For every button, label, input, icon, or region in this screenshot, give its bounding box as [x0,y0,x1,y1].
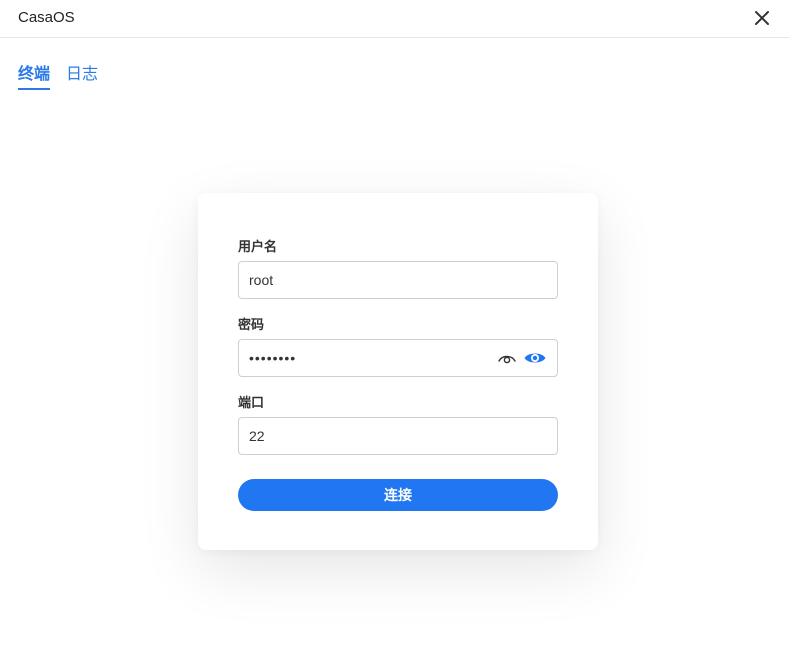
casaos-terminal-window: CasaOS 终端 日志 用户名 root 密码 •••••••• 端口 22 … [0,0,789,663]
password-value[interactable]: •••••••• [249,350,497,366]
eye-icon[interactable] [523,350,547,366]
ssh-login-card: 用户名 root 密码 •••••••• 端口 22 连接 [198,193,598,550]
username-input[interactable]: root [238,261,558,299]
username-label: 用户名 [238,239,278,254]
tab-bar: 终端 日志 [18,64,98,92]
username-value[interactable]: root [249,272,547,288]
app-title: CasaOS [18,9,75,26]
close-button[interactable] [750,6,774,30]
eye-toggle-button[interactable] [523,350,547,366]
password-input[interactable]: •••••••• [238,339,558,377]
close-icon[interactable] [754,10,770,26]
port-value[interactable]: 22 [249,428,547,444]
tab-logs[interactable]: 日志 [66,64,98,90]
password-label: 密码 [238,317,265,332]
connect-button[interactable]: 连接 [238,479,558,511]
eye-outline-button[interactable] [497,350,517,366]
eye-outline-icon[interactable] [497,350,517,366]
port-label: 端口 [238,395,265,410]
title-bar: CasaOS [0,0,789,38]
port-input[interactable]: 22 [238,417,558,455]
tab-terminal[interactable]: 终端 [18,64,51,90]
password-visibility-controls [497,350,547,366]
